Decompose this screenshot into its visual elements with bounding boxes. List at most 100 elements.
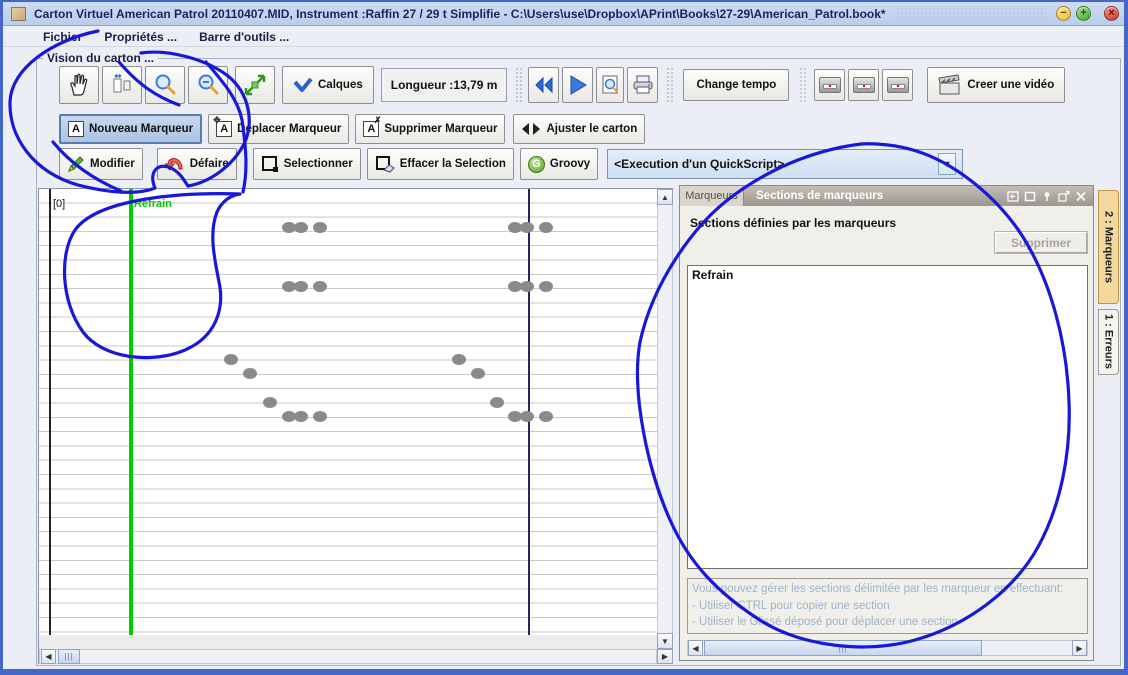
restore-window-icon[interactable] <box>1024 191 1036 202</box>
tape-icon <box>853 77 875 93</box>
creer-video-button[interactable]: Creer une vidéo <box>927 67 1065 103</box>
panel-scroll-left-button[interactable]: ◀ <box>688 640 703 656</box>
note-dot[interactable] <box>294 222 308 233</box>
sections-list[interactable]: Refrain <box>687 265 1088 569</box>
pin-icon[interactable] <box>1041 191 1053 202</box>
tape-button-3[interactable] <box>882 69 913 101</box>
side-tab-erreurs[interactable]: 1 : Erreurs <box>1098 309 1119 375</box>
horizontal-scrollbar-track[interactable] <box>39 649 657 664</box>
selectionner-button[interactable]: Selectionner <box>253 148 361 180</box>
menu-proprietes[interactable]: Propriétés ... <box>104 30 177 44</box>
note-dot[interactable] <box>294 281 308 292</box>
change-tempo-label: Change tempo <box>696 79 776 91</box>
note-dot[interactable] <box>520 411 534 422</box>
supprimer-marqueur-label: Supprimer Marqueur <box>384 123 497 135</box>
modifier-button[interactable]: Modifier <box>59 148 143 180</box>
scroll-left-button[interactable]: ◀ <box>41 649 56 664</box>
note-dot[interactable] <box>539 281 553 292</box>
book-pages-button[interactable] <box>102 66 142 104</box>
title-bar[interactable]: Carton Virtuel American Patrol 20110407.… <box>3 2 1124 26</box>
eraser-icon <box>375 155 395 173</box>
groovy-button[interactable]: G Groovy <box>520 148 598 180</box>
vertical-scrollbar-track[interactable] <box>657 189 673 649</box>
carton-canvas[interactable]: [0] Refrain <box>39 189 658 635</box>
note-dot[interactable] <box>539 222 553 233</box>
minimize-button[interactable]: − <box>1056 6 1071 21</box>
note-dot[interactable] <box>452 354 466 365</box>
effacer-selection-label: Effacer la Selection <box>400 158 506 170</box>
menu-fichier[interactable]: Fichier <box>43 30 82 44</box>
scroll-up-button[interactable]: ▲ <box>657 189 673 205</box>
selectionner-label: Selectionner <box>284 158 353 170</box>
print-button[interactable] <box>627 67 658 103</box>
section-list-item[interactable]: Refrain <box>688 266 1087 284</box>
dock-left-icon[interactable] <box>1007 191 1019 202</box>
side-tab-marqueurs[interactable]: 2 : Marqueurs <box>1098 190 1119 304</box>
note-dot[interactable] <box>539 411 553 422</box>
toolbar-row-2: A Nouveau Marqueur A✥ Deplacer Marqueur … <box>59 114 645 144</box>
help-line: - Utiliser le Glissé déposé pour déplace… <box>692 614 1083 631</box>
check-icon <box>293 77 313 93</box>
adjust-arrows-icon <box>521 122 541 136</box>
rewind-button[interactable] <box>528 67 559 103</box>
menu-barre-outils[interactable]: Barre d'outils ... <box>199 30 289 44</box>
note-dot[interactable] <box>471 368 485 379</box>
refrain-marker-label: Refrain <box>134 198 172 210</box>
tape-button-2[interactable] <box>848 69 879 101</box>
fit-view-button[interactable] <box>235 66 275 104</box>
horizontal-scrollbar-thumb[interactable]: ||| <box>58 649 80 664</box>
deplacer-marqueur-label: Deplacer Marqueur <box>237 123 341 135</box>
pan-hand-button[interactable] <box>59 66 99 104</box>
scroll-right-button[interactable]: ▶ <box>657 649 673 664</box>
note-dot[interactable] <box>313 411 327 422</box>
play-icon <box>568 75 588 95</box>
note-dot[interactable] <box>490 397 504 408</box>
note-dot[interactable] <box>313 222 327 233</box>
clapperboard-icon <box>938 74 962 96</box>
refrain-marker-line[interactable] <box>129 189 133 635</box>
panel-scroll-right-button[interactable]: ▶ <box>1072 640 1087 656</box>
marker-a-move-icon: A✥ <box>216 121 232 137</box>
scroll-down-button[interactable]: ▼ <box>657 633 673 649</box>
change-tempo-button[interactable]: Change tempo <box>683 69 789 101</box>
preview-icon <box>601 75 620 95</box>
close-button[interactable]: × <box>1104 6 1119 21</box>
zoom-out-button[interactable] <box>188 66 228 104</box>
note-dot[interactable] <box>313 281 327 292</box>
note-dot[interactable] <box>243 368 257 379</box>
vision-du-carton-label: Vision du carton ... <box>43 51 158 65</box>
calques-button[interactable]: Calques <box>282 66 374 104</box>
titlebar-texture <box>896 7 1046 21</box>
nouveau-marqueur-button[interactable]: A Nouveau Marqueur <box>59 114 202 144</box>
note-dot[interactable] <box>294 411 308 422</box>
note-dot[interactable] <box>520 281 534 292</box>
supprimer-marqueur-button[interactable]: A✗ Supprimer Marqueur <box>355 114 505 144</box>
tape-button-1[interactable] <box>814 69 845 101</box>
supprimer-button[interactable]: Supprimer <box>994 231 1088 254</box>
ajuster-carton-label: Ajuster le carton <box>546 123 637 135</box>
ajuster-carton-button[interactable]: Ajuster le carton <box>513 114 645 144</box>
play-button[interactable] <box>562 67 593 103</box>
float-window-icon[interactable] <box>1058 191 1070 202</box>
longueur-value: Longueur :13,79 m <box>391 78 498 92</box>
carton-scrollpane: [0] Refrain ▲ ▼ ◀ ||| ▶ <box>38 188 673 664</box>
panel-scrollbar-thumb[interactable]: ||| <box>704 640 982 656</box>
note-dot[interactable] <box>224 354 238 365</box>
quickscript-combobox[interactable]: <Execution d'un QuickScript> ▼ <box>607 149 963 179</box>
note-dot[interactable] <box>520 222 534 233</box>
maximize-button[interactable]: + <box>1076 6 1091 21</box>
combo-dropdown-arrow[interactable]: ▼ <box>938 153 956 175</box>
pages-resize-icon <box>110 73 134 97</box>
canvas-bottom-strip <box>39 635 658 649</box>
tab-sections-de-marqueurs[interactable]: Sections de marqueurs <box>756 190 883 202</box>
note-dot[interactable] <box>263 397 277 408</box>
tab-marqueurs[interactable]: Marqueurs <box>680 186 744 206</box>
defaire-button[interactable]: Défaire <box>157 148 237 180</box>
preview-button[interactable] <box>596 67 624 103</box>
effacer-selection-button[interactable]: Effacer la Selection <box>367 148 514 180</box>
close-panel-icon[interactable] <box>1075 191 1087 202</box>
deplacer-marqueur-button[interactable]: A✥ Deplacer Marqueur <box>208 114 349 144</box>
marker-a-icon: A <box>68 121 84 137</box>
zoom-in-button[interactable] <box>145 66 185 104</box>
quickscript-value: <Execution d'un QuickScript> <box>614 157 784 171</box>
